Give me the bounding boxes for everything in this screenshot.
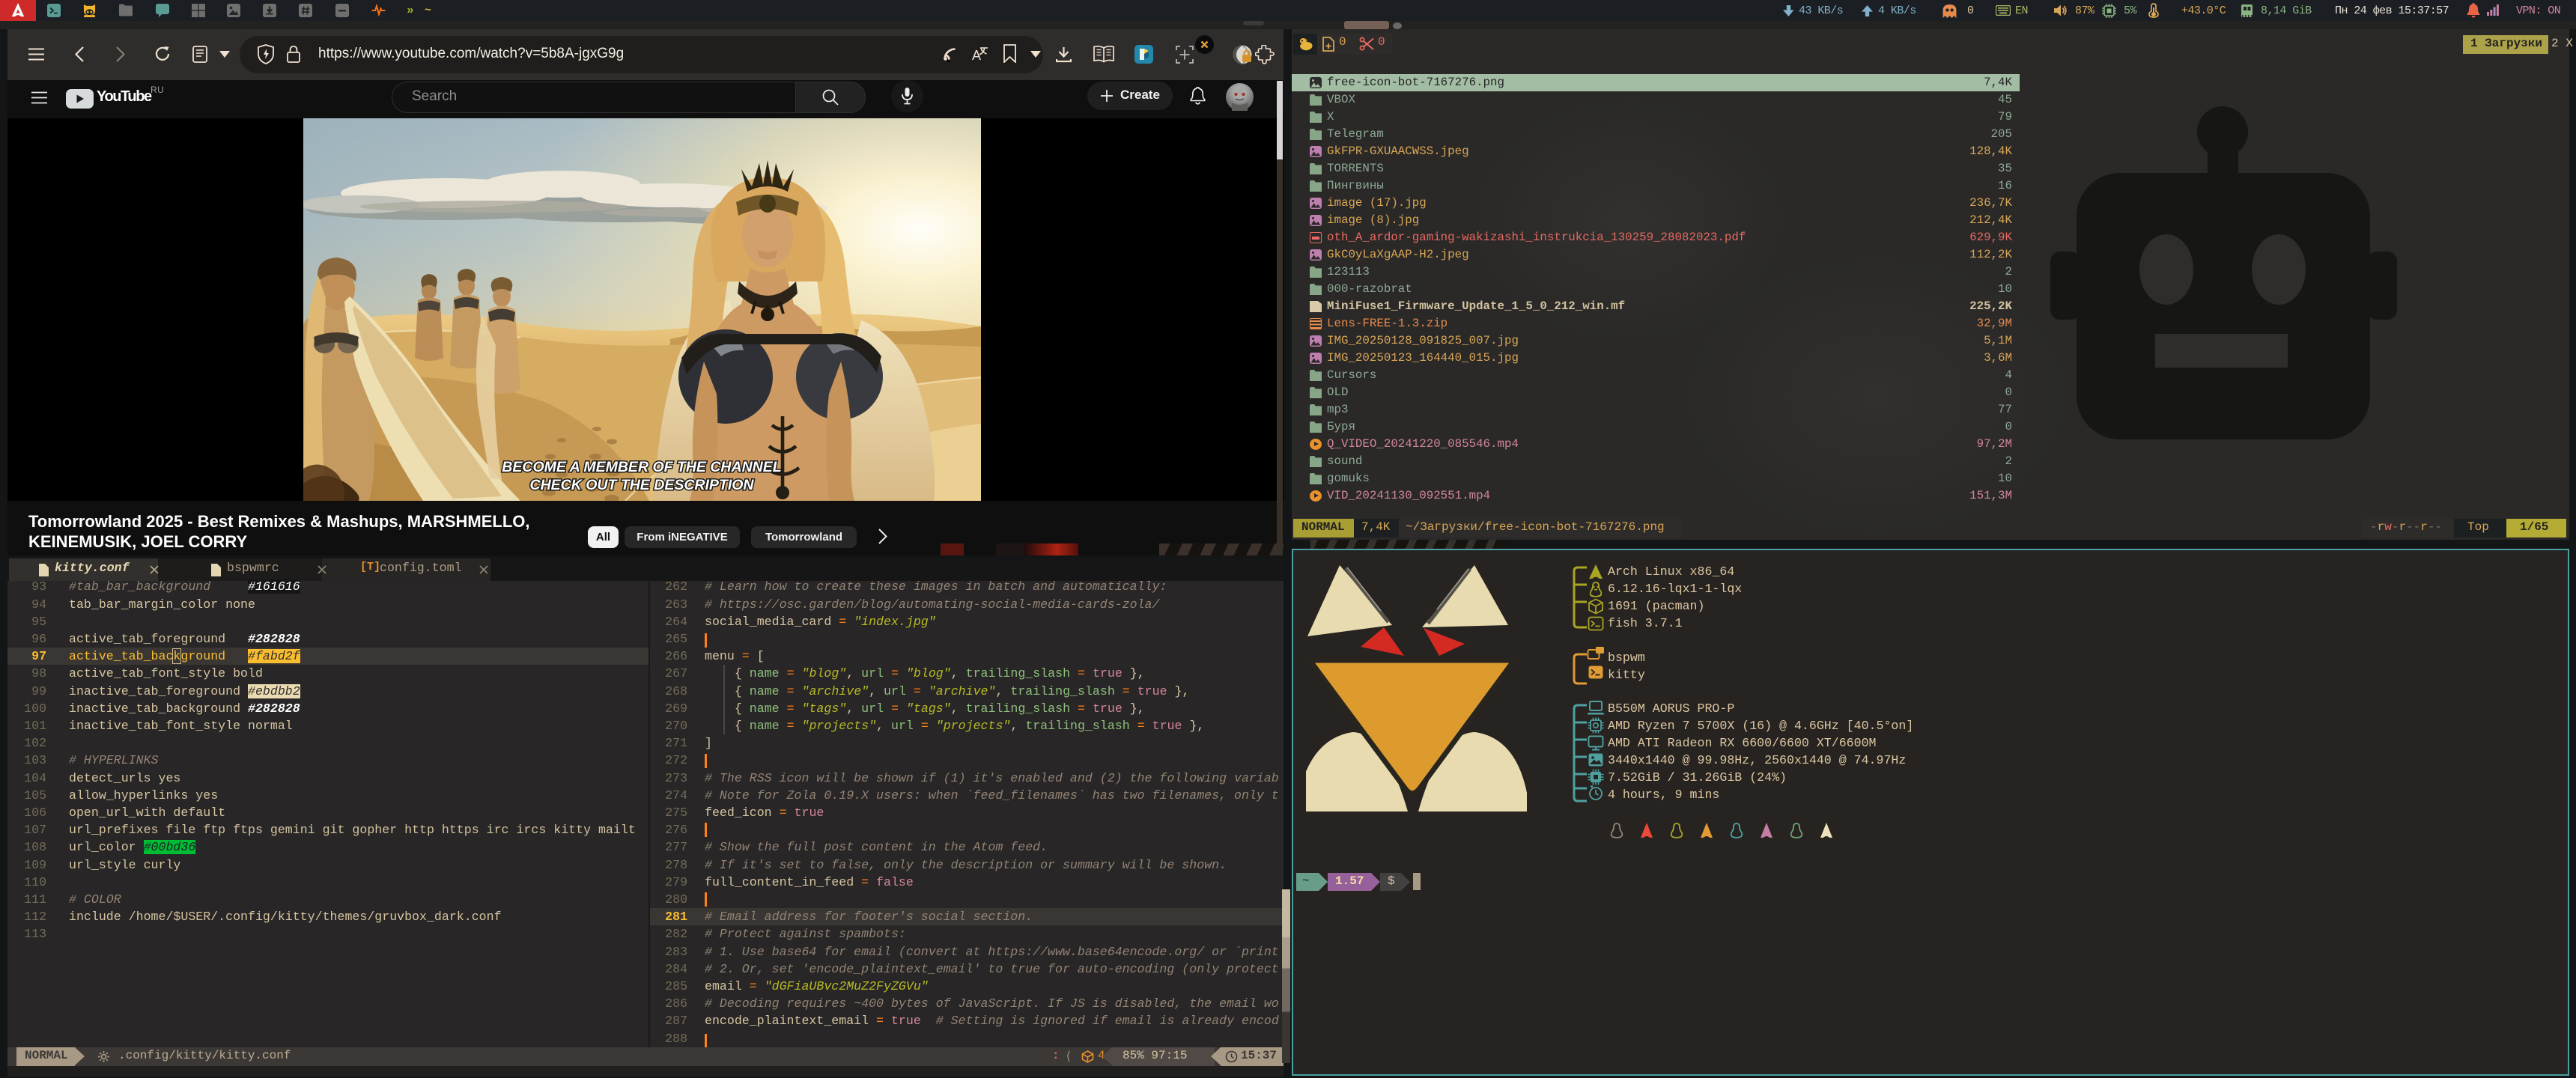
svg-text:CHECK OUT THE DESCRIPTION: CHECK OUT THE DESCRIPTION (529, 477, 754, 493)
svg-text:BECOME A MEMBER OF THE CHANNEL: BECOME A MEMBER OF THE CHANNEL (502, 459, 781, 475)
svg-text:A: A (972, 48, 981, 62)
